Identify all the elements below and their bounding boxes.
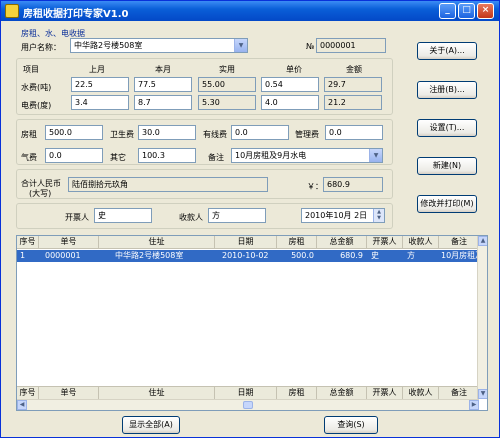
receiver-input[interactable]: 方 <box>208 208 266 223</box>
power-last-input[interactable]: 3.4 <box>71 95 129 110</box>
water-used-field: 55.00 <box>198 77 256 92</box>
table-row[interactable]: 1 0000001 中华路2号楼508室 2010-10-02 500.0 68… <box>17 250 479 262</box>
power-this-input[interactable]: 8.7 <box>134 95 192 110</box>
chevron-down-icon[interactable]: ▼ <box>369 149 382 162</box>
table-header-cell[interactable]: 单号 <box>39 236 99 249</box>
col-used-header: 实用 <box>219 65 235 74</box>
modify-print-button[interactable]: 修改并打印(M) <box>417 195 477 213</box>
water-last-input[interactable]: 22.5 <box>71 77 129 92</box>
minimize-button[interactable]: _ <box>439 3 456 19</box>
table-cell: 中华路2号楼508室 <box>115 251 184 260</box>
scroll-left-icon[interactable]: ◀ <box>17 400 27 410</box>
table-header-cell[interactable]: 房租 <box>277 236 317 249</box>
table-header-cell[interactable]: 收款人 <box>403 236 439 249</box>
col-item-header: 项目 <box>23 65 39 74</box>
table-header-cell[interactable]: 序号 <box>17 236 39 249</box>
cable-label: 有线费 <box>203 130 227 139</box>
other-label: 其它 <box>110 153 126 162</box>
sanitation-label: 卫生费 <box>110 130 134 139</box>
col-amount-header: 金额 <box>346 65 362 74</box>
table-header-cell[interactable]: 总金额 <box>317 236 367 249</box>
management-label: 管理费 <box>295 130 319 139</box>
date-value: 2010年10月 2日 <box>305 211 368 220</box>
issuer-label: 开票人 <box>65 213 89 222</box>
register-button[interactable]: 注册(B)... <box>417 81 477 99</box>
vertical-scrollbar[interactable]: ▲ ▼ <box>477 236 487 399</box>
user-name-select[interactable]: 中华路2号楼508室 ▼ <box>70 38 248 53</box>
table-cell: 1 <box>20 251 26 260</box>
scroll-down-icon[interactable]: ▼ <box>478 389 487 399</box>
power-price-input[interactable]: 4.0 <box>261 95 319 110</box>
title-bar[interactable]: 房租收据打印专家V1.0 _ □ × <box>1 1 499 21</box>
table-cell: 0000001 <box>45 251 81 260</box>
note-value: 10月房租及9月水电 <box>235 151 307 160</box>
scroll-right-icon[interactable]: ▶ <box>469 400 479 410</box>
total-words-field: 陆佰捌拾元玖角 <box>68 177 268 192</box>
table-header-cell[interactable]: 开票人 <box>367 236 403 249</box>
note-select[interactable]: 10月房租及9月水电 ▼ <box>231 148 383 163</box>
table-header-cell[interactable]: 日期 <box>215 236 277 249</box>
col-last-header: 上月 <box>89 65 105 74</box>
total-amount-field: 680.9 <box>323 177 383 192</box>
water-price-input[interactable]: 0.54 <box>261 77 319 92</box>
table-cell: 500.0 <box>291 251 314 260</box>
gas-label: 气费 <box>21 153 37 162</box>
table-footer: 序号 单号 住址 日期 房租 总金额 开票人 收款人 备注 <box>17 386 479 400</box>
col-price-header: 单价 <box>286 65 302 74</box>
receipt-no-label: № <box>306 42 315 51</box>
chevron-down-icon[interactable]: ▼ <box>234 39 247 52</box>
table-cell: 方 <box>407 251 415 260</box>
table-cell: 史 <box>371 251 379 260</box>
table-cell: 10月房租及9月 <box>441 251 479 260</box>
show-all-button[interactable]: 显示全部(A) <box>122 416 180 434</box>
horizontal-scrollbar[interactable]: ◀ ▶ <box>17 399 479 410</box>
scroll-up-icon[interactable]: ▲ <box>478 236 487 246</box>
other-input[interactable]: 100.3 <box>138 148 196 163</box>
note-label: 备注 <box>208 153 224 162</box>
maximize-button[interactable]: □ <box>458 3 475 19</box>
table-header-cell[interactable]: 备注 <box>439 236 479 249</box>
rent-input[interactable]: 500.0 <box>45 125 103 140</box>
query-button[interactable]: 查询(S) <box>324 416 378 434</box>
water-label: 水费(吨) <box>21 83 52 92</box>
table-header: 序号 单号 住址 日期 房租 总金额 开票人 收款人 备注 <box>17 236 487 249</box>
scroll-thumb[interactable] <box>243 401 253 409</box>
spin-arrows-icon[interactable]: ▲ ▼ <box>373 209 384 222</box>
close-button[interactable]: × <box>477 3 494 19</box>
receipt-no-field: 0000001 <box>316 38 386 53</box>
records-table[interactable]: 序号 单号 住址 日期 房租 总金额 开票人 收款人 备注 1 0000001 … <box>16 235 488 411</box>
power-used-field: 5.30 <box>198 95 256 110</box>
water-this-input[interactable]: 77.5 <box>134 77 192 92</box>
about-button[interactable]: 关于(A)... <box>417 42 477 60</box>
total-label-note: (大写) <box>29 189 52 198</box>
col-this-header: 本月 <box>155 65 171 74</box>
receiver-label: 收款人 <box>179 213 203 222</box>
sanitation-input[interactable]: 30.0 <box>138 125 196 140</box>
window-title: 房租收据打印专家V1.0 <box>23 9 129 20</box>
new-button[interactable]: 新建(N) <box>417 157 477 175</box>
yen-label: ￥： <box>307 182 323 191</box>
water-amount-field: 29.7 <box>324 77 382 92</box>
power-label: 电费(度) <box>21 101 52 110</box>
cable-input[interactable]: 0.0 <box>231 125 289 140</box>
app-window: 房租收据打印专家V1.0 _ □ × 房租、水、电收据 用户名称： 中华路2号楼… <box>0 0 500 438</box>
table-cell: 680.9 <box>340 251 363 260</box>
user-name-label: 用户名称： <box>21 43 61 52</box>
app-icon <box>5 4 19 18</box>
rent-label: 房租 <box>21 130 37 139</box>
date-picker[interactable]: 2010年10月 2日 ▲ ▼ <box>301 208 385 223</box>
user-name-value: 中华路2号楼508室 <box>74 41 143 50</box>
management-input[interactable]: 0.0 <box>325 125 383 140</box>
issuer-input[interactable]: 史 <box>94 208 152 223</box>
power-amount-field: 21.2 <box>324 95 382 110</box>
table-cell: 2010-10-02 <box>222 251 269 260</box>
settings-button[interactable]: 设置(T)... <box>417 119 477 137</box>
table-header-cell[interactable]: 住址 <box>99 236 215 249</box>
gas-input[interactable]: 0.0 <box>45 148 103 163</box>
